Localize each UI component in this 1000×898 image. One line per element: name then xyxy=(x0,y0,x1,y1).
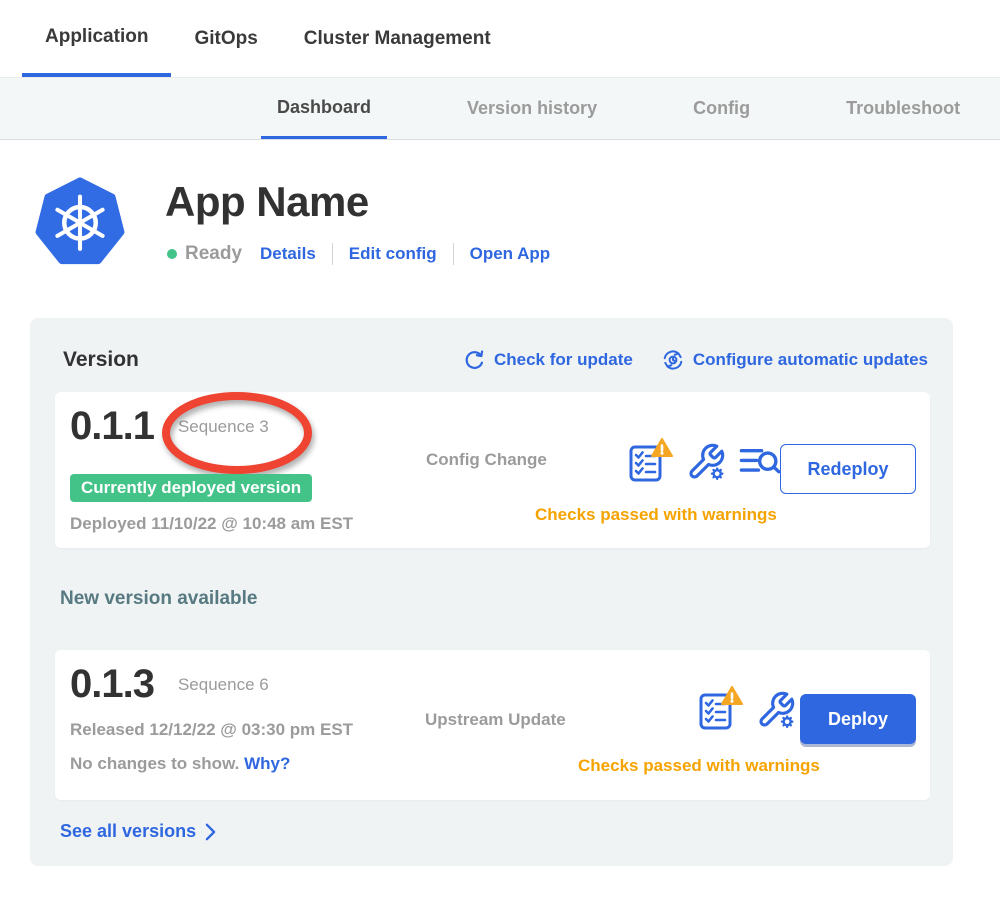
view-files-icon[interactable] xyxy=(739,444,781,480)
top-nav: Application GitOps Cluster Management xyxy=(0,0,1000,77)
sub-nav: Dashboard Version history Config Trouble… xyxy=(0,77,1000,140)
no-changes-label: No changes to show. xyxy=(70,754,239,773)
current-checks-status[interactable]: Checks passed with warnings xyxy=(535,505,777,525)
current-version-line: 0.1.1 Sequence 3 xyxy=(70,404,269,449)
available-version-row: 0.1.3 Sequence 6 Released 12/12/22 @ 03:… xyxy=(55,650,930,800)
configure-automatic-updates-link[interactable]: Configure automatic updates xyxy=(661,348,928,372)
version-card-header: Version Check for update xyxy=(30,348,953,372)
see-all-versions-link[interactable]: See all versions xyxy=(60,821,216,842)
open-app-link[interactable]: Open App xyxy=(470,244,551,264)
released-timestamp: Released 12/12/22 @ 03:30 pm EST xyxy=(70,720,353,740)
chevron-right-icon xyxy=(205,823,216,841)
deploy-button[interactable]: Deploy xyxy=(800,694,916,744)
see-all-versions-label: See all versions xyxy=(60,821,196,842)
page-title: App Name xyxy=(165,178,369,226)
current-version-sequence: Sequence 3 xyxy=(178,417,269,437)
top-tab-gitops[interactable]: GitOps xyxy=(171,0,280,77)
sub-tab-troubleshoot[interactable]: Troubleshoot xyxy=(830,78,976,139)
admin-console-page: Application GitOps Cluster Management Da… xyxy=(0,0,1000,898)
available-version-sequence: Sequence 6 xyxy=(178,675,269,695)
available-checks-status[interactable]: Checks passed with warnings xyxy=(578,756,820,776)
refresh-icon xyxy=(463,349,486,372)
config-wrench-icon[interactable] xyxy=(756,690,796,730)
top-tab-application[interactable]: Application xyxy=(22,0,171,77)
deployed-timestamp: Deployed 11/10/22 @ 10:48 am EST xyxy=(70,514,353,534)
preflight-checks-icon[interactable] xyxy=(625,438,673,486)
current-version-icons xyxy=(625,438,781,486)
available-version-source: Upstream Update xyxy=(425,710,566,730)
details-link[interactable]: Details xyxy=(260,244,316,264)
divider xyxy=(453,243,454,265)
version-card: Version Check for update xyxy=(30,318,953,866)
new-version-heading: New version available xyxy=(60,588,258,610)
available-version-line: 0.1.3 Sequence 6 xyxy=(70,662,269,707)
preflight-checks-icon[interactable] xyxy=(695,686,743,734)
config-wrench-icon[interactable] xyxy=(686,442,726,482)
edit-config-link[interactable]: Edit config xyxy=(349,244,437,264)
configure-automatic-updates-label: Configure automatic updates xyxy=(693,350,928,370)
current-version-source: Config Change xyxy=(426,450,547,470)
sub-tab-dashboard[interactable]: Dashboard xyxy=(261,78,387,139)
current-version-number: 0.1.1 xyxy=(70,404,154,449)
version-card-actions: Check for update Configure automat xyxy=(463,348,928,372)
available-version-number: 0.1.3 xyxy=(70,662,154,707)
scheduled-update-icon xyxy=(661,348,685,372)
check-for-update-label: Check for update xyxy=(494,350,633,370)
top-tab-cluster-management[interactable]: Cluster Management xyxy=(281,0,514,77)
currently-deployed-badge: Currently deployed version xyxy=(70,474,312,502)
sub-tab-config[interactable]: Config xyxy=(677,78,766,139)
ready-status-dot-icon xyxy=(167,249,177,259)
why-link[interactable]: Why? xyxy=(244,754,290,773)
available-version-icons xyxy=(695,686,796,734)
app-status-row: Ready Details Edit config Open App xyxy=(167,243,550,265)
check-for-update-link[interactable]: Check for update xyxy=(463,349,633,372)
redeploy-button[interactable]: Redeploy xyxy=(780,444,916,494)
divider xyxy=(332,243,333,265)
version-card-title: Version xyxy=(63,348,139,372)
sub-tab-version-history[interactable]: Version history xyxy=(451,78,613,139)
current-version-row: 0.1.1 Sequence 3 Currently deployed vers… xyxy=(55,392,930,548)
app-status-text: Ready xyxy=(185,243,242,265)
no-changes-text: No changes to show. Why? xyxy=(70,754,290,774)
kubernetes-logo-icon xyxy=(35,176,125,266)
